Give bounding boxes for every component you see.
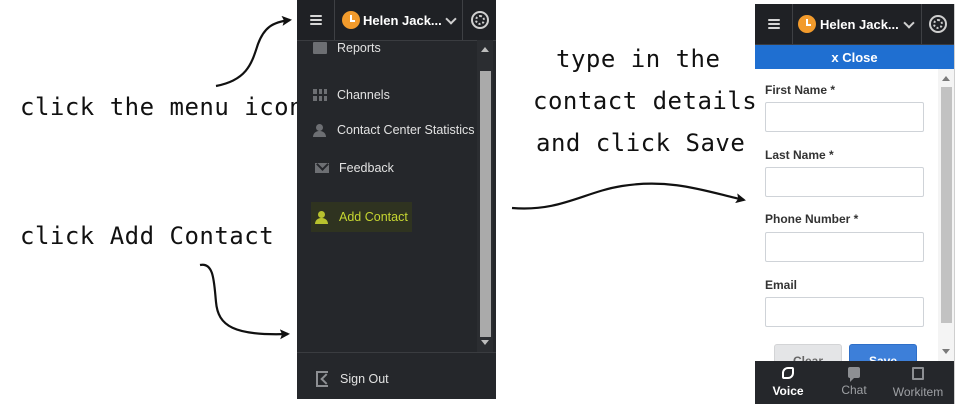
menu-item-label: Feedback — [339, 161, 394, 175]
channels-icon — [313, 89, 327, 101]
menu-item-label: Contact Center Statistics — [337, 123, 475, 137]
close-button[interactable]: x Close — [755, 45, 954, 69]
last-name-field[interactable] — [765, 167, 924, 197]
sign-out-icon — [316, 371, 328, 387]
globe-icon[interactable] — [463, 0, 496, 40]
menu-item-label: Add Contact — [339, 210, 408, 224]
scrollbar-thumb[interactable] — [941, 87, 952, 323]
status-icon[interactable] — [341, 0, 361, 40]
sign-out-label: Sign Out — [340, 372, 389, 386]
tab-chat[interactable]: Chat — [821, 361, 887, 404]
scroll-up-icon[interactable] — [481, 47, 489, 52]
menu-item-contact-center-statistics[interactable]: Contact Center Statistics — [313, 117, 475, 143]
hamburger-icon — [767, 19, 780, 29]
tab-label: Workitem — [892, 385, 944, 399]
workitem-icon — [912, 367, 924, 380]
hamburger-icon — [309, 15, 322, 25]
arrow-to-menu-icon — [215, 15, 292, 88]
chevron-down-icon[interactable] — [443, 0, 459, 40]
scrollbar[interactable] — [477, 40, 493, 352]
scroll-down-icon[interactable] — [942, 349, 950, 354]
scroll-down-icon[interactable] — [481, 340, 489, 345]
first-name-field[interactable] — [765, 102, 924, 132]
phone-icon — [782, 367, 794, 379]
add-contact-icon — [315, 210, 329, 224]
menu-item-channels[interactable]: Channels — [313, 82, 390, 108]
arrow-to-add-contact — [199, 263, 290, 340]
top-bar: Helen Jack... — [755, 4, 954, 45]
statistics-icon — [313, 123, 327, 137]
side-menu-panel: Helen Jack... Reports Channels Contact C… — [297, 0, 496, 399]
tab-label: Chat — [841, 383, 867, 397]
scroll-up-icon[interactable] — [942, 76, 950, 81]
menu-item-add-contact[interactable]: Add Contact — [311, 202, 412, 232]
first-name-label: First Name * — [765, 83, 836, 97]
channel-tabs: Voice Chat Workitem — [755, 361, 954, 404]
sign-out-button[interactable]: Sign Out — [316, 366, 389, 392]
tab-label: Voice — [772, 384, 804, 398]
feedback-icon — [315, 163, 329, 173]
sign-out-bar: Sign Out — [297, 352, 496, 399]
menu-item-reports[interactable]: Reports — [313, 35, 381, 61]
scrollbar[interactable] — [938, 69, 954, 361]
phone-number-field[interactable] — [765, 232, 924, 262]
chat-icon — [848, 367, 860, 382]
add-contact-panel: Helen Jack... x Close First Name * Last … — [755, 4, 955, 404]
reports-icon — [313, 42, 327, 54]
tab-workitem[interactable]: Workitem — [883, 361, 953, 404]
user-name[interactable]: Helen Jack... — [820, 4, 904, 44]
globe-icon[interactable] — [921, 4, 954, 44]
menu-button[interactable] — [755, 4, 792, 44]
menu-item-label: Reports — [337, 41, 381, 55]
email-label: Email — [765, 278, 798, 292]
menu-button[interactable] — [297, 0, 334, 40]
user-name[interactable]: Helen Jack... — [363, 0, 447, 40]
menu-item-feedback[interactable]: Feedback — [315, 155, 394, 181]
status-icon[interactable] — [797, 4, 817, 44]
last-name-label: Last Name * — [765, 148, 834, 162]
chevron-down-icon[interactable] — [901, 4, 917, 44]
phone-number-label: Phone Number * — [765, 212, 859, 226]
scrollbar-thumb[interactable] — [480, 71, 491, 337]
tab-voice[interactable]: Voice — [755, 361, 821, 404]
arrow-to-form — [511, 182, 746, 210]
menu-item-label: Channels — [337, 88, 390, 102]
email-field[interactable] — [765, 297, 924, 327]
